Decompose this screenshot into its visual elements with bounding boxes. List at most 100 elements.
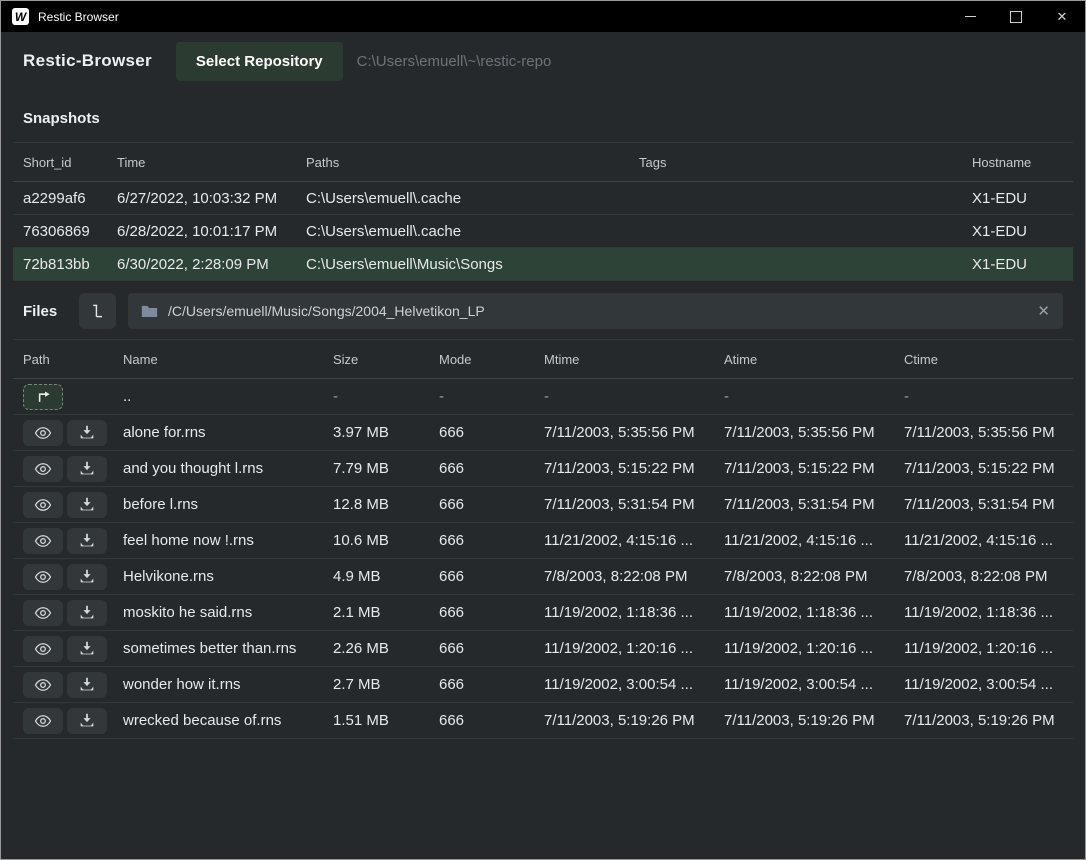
parent-directory-button[interactable] [23, 384, 63, 410]
download-icon [79, 461, 95, 476]
download-icon [79, 425, 95, 440]
file-size: 2.7 MB [323, 676, 429, 693]
file-size: - [323, 388, 429, 405]
file-mtime: 7/8/2003, 8:22:08 PM [534, 568, 714, 585]
repository-path: C:\Users\emuell\~\restic-repo [357, 53, 552, 70]
column-header-hostname: Hostname [962, 155, 1073, 170]
clear-path-button[interactable]: ✕ [1037, 304, 1050, 319]
maximize-button[interactable] [993, 1, 1039, 32]
app-title: Restic-Browser [23, 51, 152, 71]
minimize-button[interactable] [947, 1, 993, 32]
eye-preview-icon [34, 462, 52, 476]
file-ctime: 7/11/2003, 5:15:22 PM [894, 460, 1073, 477]
eye-preview-icon [34, 606, 52, 620]
snapshot-time: 6/28/2022, 10:01:17 PM [107, 223, 296, 240]
preview-file-button[interactable] [23, 708, 63, 734]
file-atime: 7/8/2003, 8:22:08 PM [714, 568, 894, 585]
snapshot-hostname: X1-EDU [962, 256, 1073, 273]
snapshot-row[interactable]: 763068696/28/2022, 10:01:17 PMC:\Users\e… [13, 215, 1073, 248]
window-title: Restic Browser [38, 10, 119, 24]
file-mtime: 7/11/2003, 5:35:56 PM [534, 424, 714, 441]
preview-file-button[interactable] [23, 600, 63, 626]
preview-file-button[interactable] [23, 528, 63, 554]
download-file-button[interactable] [67, 564, 107, 590]
file-name: and you thought l.rns [113, 460, 323, 477]
download-file-button[interactable] [67, 528, 107, 554]
download-file-button[interactable] [67, 672, 107, 698]
file-name: moskito he said.rns [113, 604, 323, 621]
file-actions [13, 384, 113, 410]
file-ctime: 7/11/2003, 5:35:56 PM [894, 424, 1073, 441]
close-button[interactable]: ✕ [1039, 1, 1085, 32]
eye-preview-icon [34, 498, 52, 512]
file-ctime: 11/19/2002, 1:18:36 ... [894, 604, 1073, 621]
download-icon [79, 497, 95, 512]
window-controls: ✕ [947, 1, 1085, 32]
snapshots-table-body: a2299af66/27/2022, 10:03:32 PMC:\Users\e… [13, 182, 1073, 281]
file-actions [13, 708, 113, 734]
tree-view-toggle-button[interactable] [79, 293, 116, 329]
snapshots-table: Short_idTimePathsTagsHostname a2299af66/… [13, 142, 1073, 281]
download-icon [79, 605, 95, 620]
download-file-button[interactable] [67, 600, 107, 626]
file-row: feel home now !.rns10.6 MB66611/21/2002,… [13, 523, 1073, 559]
eye-preview-icon [34, 426, 52, 440]
download-file-button[interactable] [67, 420, 107, 446]
preview-file-button[interactable] [23, 492, 63, 518]
column-header-tags: Tags [629, 155, 962, 170]
eye-preview-icon [34, 534, 52, 548]
preview-file-button[interactable] [23, 636, 63, 662]
snapshot-time: 6/27/2022, 10:03:32 PM [107, 190, 296, 207]
file-name: .. [113, 388, 323, 405]
download-file-button[interactable] [67, 492, 107, 518]
file-mode: 666 [429, 496, 534, 513]
file-atime: 11/19/2002, 1:20:16 ... [714, 640, 894, 657]
preview-file-button[interactable] [23, 420, 63, 446]
file-size: 7.79 MB [323, 460, 429, 477]
file-name: Helvikone.rns [113, 568, 323, 585]
file-ctime: 7/11/2003, 5:31:54 PM [894, 496, 1073, 513]
file-row: moskito he said.rns2.1 MB666 11/19/2002, … [13, 595, 1073, 631]
file-size: 4.9 MB [323, 568, 429, 585]
file-size: 2.1 MB [323, 604, 429, 621]
file-row: wrecked because of.rns1.51 MB6667/11/200… [13, 703, 1073, 739]
eye-preview-icon [34, 642, 52, 656]
current-path-text: /C/Users/emuell/Music/Songs/2004_Helveti… [168, 303, 1027, 319]
download-icon [79, 641, 95, 656]
snapshot-row[interactable]: 72b813bb6/30/2022, 2:28:09 PMC:\Users\em… [13, 248, 1073, 281]
column-header-atime: Atime [714, 352, 894, 367]
download-file-button[interactable] [67, 636, 107, 662]
preview-file-button[interactable] [23, 564, 63, 590]
file-row: alone for.rns3.97 MB6667/11/2003, 5:35:5… [13, 415, 1073, 451]
file-row: and you thought l.rns7.79 MB6667/11/2003… [13, 451, 1073, 487]
file-mode: 666 [429, 604, 534, 621]
snapshot-hostname: X1-EDU [962, 223, 1073, 240]
column-header-path: Path [13, 352, 113, 367]
files-table-body: ..----- alone for.rns3.97 MB6667/11/2003… [13, 379, 1073, 739]
file-mtime: 7/11/2003, 5:19:26 PM [534, 712, 714, 729]
snapshot-row[interactable]: a2299af66/27/2022, 10:03:32 PMC:\Users\e… [13, 182, 1073, 215]
files-table: PathNameSizeModeMtimeAtimeCtime ..----- … [13, 339, 1073, 739]
select-repository-button[interactable]: Select Repository [176, 42, 343, 81]
file-row: sometimes better than.rns2.26 MB66611/19… [13, 631, 1073, 667]
file-row: wonder how it.rns2.7 MB66611/19/2002, 3:… [13, 667, 1073, 703]
snapshot-paths: C:\Users\emuell\.cache [296, 190, 629, 207]
titlebar: W Restic Browser ✕ [1, 1, 1085, 32]
preview-file-button[interactable] [23, 672, 63, 698]
preview-file-button[interactable] [23, 456, 63, 482]
file-mtime: 7/11/2003, 5:15:22 PM [534, 460, 714, 477]
current-path-bar[interactable]: /C/Users/emuell/Music/Songs/2004_Helveti… [128, 293, 1063, 329]
download-file-button[interactable] [67, 708, 107, 734]
file-size: 2.26 MB [323, 640, 429, 657]
file-atime: 11/19/2002, 1:18:36 ... [714, 604, 894, 621]
file-size: 10.6 MB [323, 532, 429, 549]
download-file-button[interactable] [67, 456, 107, 482]
snapshot-paths: C:\Users\emuell\Music\Songs [296, 256, 629, 273]
column-header-mtime: Mtime [534, 352, 714, 367]
minimize-icon [965, 16, 976, 17]
file-atime: 7/11/2003, 5:19:26 PM [714, 712, 894, 729]
file-actions [13, 564, 113, 590]
file-atime: 7/11/2003, 5:15:22 PM [714, 460, 894, 477]
column-header-paths: Paths [296, 155, 629, 170]
files-table-header: PathNameSizeModeMtimeAtimeCtime [13, 339, 1073, 379]
